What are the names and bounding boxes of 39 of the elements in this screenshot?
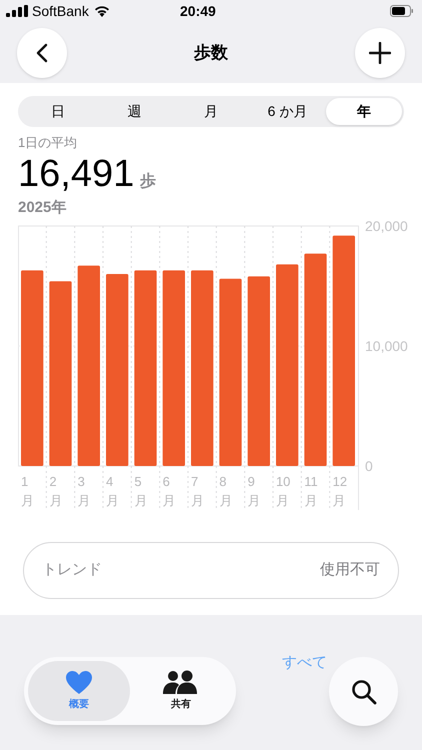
month-label: 10月: [276, 473, 291, 510]
month-label: 6月: [162, 473, 177, 510]
month-label: 3月: [78, 473, 92, 510]
trend-row[interactable]: トレンド 使用不可: [23, 542, 399, 599]
wifi-icon: [94, 5, 110, 17]
heart-icon: [66, 670, 92, 694]
month-label: 8月: [219, 473, 234, 510]
month-label: 9月: [248, 473, 262, 510]
signal-icon: [6, 5, 28, 17]
period-tab[interactable]: 月: [172, 98, 250, 125]
period-tab[interactable]: 日: [20, 98, 96, 125]
month-label: 2月: [49, 473, 64, 510]
unit-label: 歩: [140, 174, 156, 190]
back-button[interactable]: [17, 28, 67, 78]
search-icon: [350, 678, 376, 704]
page-title: 歩数: [194, 42, 228, 64]
average-caption: 1日の平均: [18, 134, 78, 152]
axis-tick-label: 10,000: [365, 338, 408, 354]
month-label: 4月: [106, 473, 120, 510]
period-tab[interactable]: 6 か月: [249, 98, 326, 125]
tab-item[interactable]: 共有: [130, 661, 232, 721]
add-button[interactable]: [355, 28, 405, 78]
people-icon: [163, 670, 199, 694]
plus-icon: [369, 42, 391, 64]
axis-tick-label: 0: [365, 458, 373, 474]
month-label: 11月: [304, 473, 319, 510]
month-label: 1月: [21, 473, 35, 510]
carrier-name: SoftBank: [32, 2, 89, 20]
month-label: 7月: [190, 473, 205, 510]
period-tab[interactable]: 週: [96, 98, 173, 125]
date-range: 2025年: [18, 198, 68, 218]
month-label: 5月: [134, 473, 148, 510]
back-icon: [36, 42, 48, 62]
battery-icon: [390, 5, 414, 17]
axis-tick-label: 20,000: [365, 218, 408, 234]
clock-time: 20:49: [180, 2, 216, 20]
period-tab[interactable]: 年: [326, 98, 402, 125]
average-value: 16,491: [18, 154, 134, 192]
month-label: 12月: [332, 473, 348, 510]
